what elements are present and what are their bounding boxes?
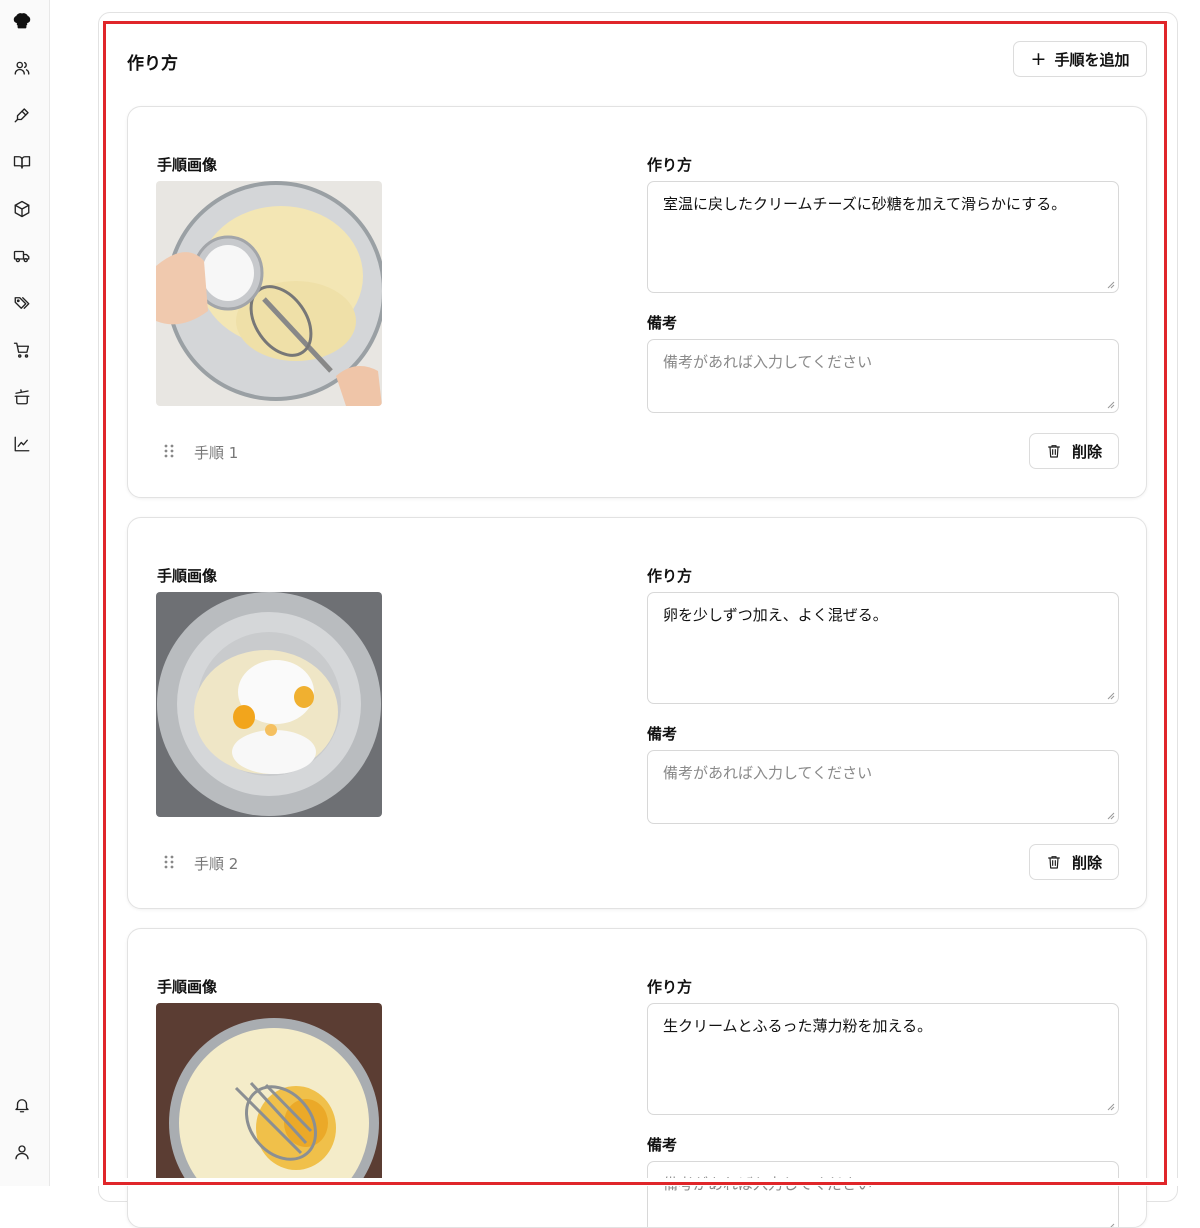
note-label: 備考 — [647, 725, 678, 743]
resize-handle-icon[interactable] — [1107, 281, 1115, 289]
truck-icon[interactable] — [11, 245, 33, 267]
resize-handle-icon[interactable] — [1107, 1103, 1115, 1111]
step-number: 手順 1 — [194, 444, 239, 462]
add-step-label: 手順を追加 — [1054, 50, 1130, 69]
method-textarea[interactable]: 卵を少しずつ加え、よく混ぜる。 — [647, 592, 1119, 704]
pen-icon[interactable] — [11, 104, 33, 126]
users-icon[interactable] — [11, 57, 33, 79]
method-label: 作り方 — [647, 567, 693, 585]
trash-icon — [1048, 856, 1060, 869]
chart-icon[interactable] — [11, 433, 33, 455]
tags-icon[interactable] — [11, 292, 33, 314]
resize-handle-icon[interactable] — [1107, 692, 1115, 700]
drag-handle-icon[interactable] — [164, 855, 174, 869]
step-card: 手順画像 作り方 室温に戻したクリームチーズに砂糖を加えて滑らかにする。 備考 … — [127, 106, 1147, 498]
method-label: 作り方 — [647, 156, 693, 174]
bell-icon[interactable] — [11, 1094, 33, 1116]
delete-step-button[interactable]: 削除 — [1029, 844, 1119, 880]
step-image[interactable] — [156, 592, 382, 817]
sidebar — [0, 0, 50, 1186]
chef-hat-icon[interactable] — [11, 10, 33, 32]
method-textarea[interactable]: 生クリームとふるった薄力粉を加える。 — [647, 1003, 1119, 1115]
delete-label: 削除 — [1071, 442, 1102, 461]
note-textarea[interactable]: 備考があれば入力してください — [647, 750, 1119, 824]
method-textarea[interactable]: 室温に戻したクリームチーズに砂糖を加えて滑らかにする。 — [647, 181, 1119, 293]
plus-icon: + — [1030, 47, 1047, 70]
method-label: 作り方 — [647, 978, 693, 996]
step-number: 手順 2 — [194, 855, 239, 873]
step-image[interactable] — [156, 1003, 382, 1183]
cart-icon[interactable] — [11, 339, 33, 361]
drag-handle-icon[interactable] — [164, 444, 174, 458]
cooking-pot-icon[interactable] — [11, 386, 33, 408]
step-image[interactable] — [156, 181, 382, 406]
note-textarea[interactable]: 備考があれば入力してください — [647, 1161, 1119, 1228]
delete-step-button[interactable]: 削除 — [1029, 433, 1119, 469]
image-label: 手順画像 — [157, 156, 218, 174]
add-step-button[interactable]: + 手順を追加 — [1013, 41, 1147, 77]
note-label: 備考 — [647, 1136, 678, 1154]
resize-handle-icon[interactable] — [1107, 812, 1115, 820]
image-label: 手順画像 — [157, 978, 218, 996]
page-bottom-edge — [50, 1178, 1200, 1186]
resize-handle-icon[interactable] — [1107, 401, 1115, 409]
user-icon[interactable] — [11, 1141, 33, 1163]
step-card: 手順画像 作り方 卵を少しずつ加え、よく混ぜる。 備考 備考があれば入力してくだ… — [127, 517, 1147, 909]
note-textarea[interactable]: 備考があれば入力してください — [647, 339, 1119, 413]
package-icon[interactable] — [11, 198, 33, 220]
note-label: 備考 — [647, 314, 678, 332]
resize-handle-icon[interactable] — [1107, 1223, 1115, 1228]
trash-icon — [1048, 445, 1060, 458]
book-icon[interactable] — [11, 151, 33, 173]
image-label: 手順画像 — [157, 567, 218, 585]
section-title: 作り方 — [127, 54, 178, 74]
delete-label: 削除 — [1071, 853, 1102, 872]
